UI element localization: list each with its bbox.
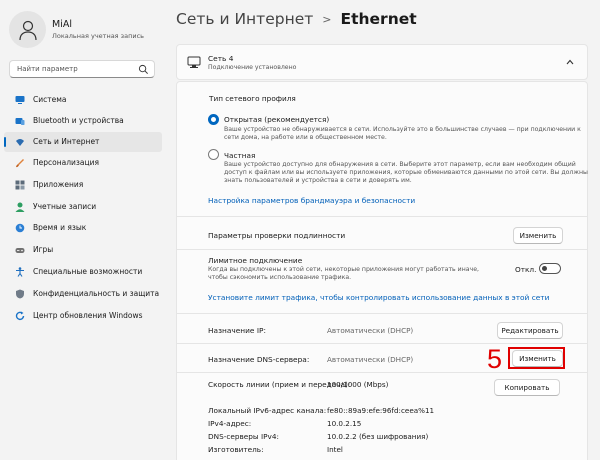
sidebar-item-label: Персонализация — [33, 158, 99, 167]
dns-assignment-value: Автоматически (DHCP) — [327, 355, 414, 364]
divider — [176, 372, 588, 373]
sidebar: MiAl Локальная учетная запись Найти пара… — [0, 0, 170, 460]
metered-desc: чтобы сэкономить использование трафика. — [208, 274, 352, 281]
sidebar-item-bluetooth[interactable]: Bluetooth и устройства — [4, 111, 162, 131]
breadcrumb: Сеть и Интернет > Ethernet — [176, 10, 417, 28]
dns-assignment-label: Назначение DNS-сервера: — [208, 355, 310, 364]
sidebar-item-label: Сеть и Интернет — [33, 137, 100, 146]
auth-settings-label: Параметры проверки подлинности — [208, 231, 346, 240]
breadcrumb-parent[interactable]: Сеть и Интернет — [176, 10, 313, 28]
network-status: Подключение установлено — [208, 64, 297, 71]
shield-icon — [16, 289, 24, 299]
divider — [176, 216, 588, 217]
brush-icon — [16, 159, 24, 168]
sidebar-item-gaming[interactable]: Игры — [4, 240, 162, 260]
search-placeholder: Найти параметр — [17, 65, 78, 73]
radio-private-desc: Ваше устройство доступно для обнаружения… — [224, 161, 576, 168]
globe-clock-icon — [15, 223, 25, 233]
step-number-annotation: 5 — [487, 344, 503, 374]
sidebar-item-label: Учетные записи — [33, 202, 97, 211]
sidebar-item-label: Конфиденциальность и защита — [33, 289, 160, 298]
radio-open-label: Открытая (рекомендуется) — [224, 115, 330, 124]
sidebar-item-label: Игры — [33, 245, 54, 254]
radio-open[interactable] — [208, 114, 219, 125]
firewall-settings-link[interactable]: Настройка параметров брандмауэра и безоп… — [208, 196, 415, 205]
radio-private-label: Частная — [224, 151, 256, 160]
link-speed-value: 100/1000 (Mbps) — [327, 380, 389, 389]
person-icon — [15, 202, 25, 212]
ipv6-label: Локальный IPv6-адрес канала: — [208, 406, 327, 415]
sidebar-item-label: Время и язык — [33, 223, 87, 232]
manufacturer-value: Intel — [327, 445, 343, 454]
chevron-up-icon[interactable] — [566, 59, 574, 65]
sidebar-item-windows-update[interactable]: Центр обновления Windows — [4, 306, 162, 326]
sidebar-item-time-language[interactable]: Время и язык — [4, 218, 162, 238]
user-name: MiAl — [52, 19, 72, 30]
search-icon — [138, 64, 148, 74]
sidebar-item-label: Система — [33, 95, 67, 104]
ipv4-label: IPv4-адрес: — [208, 419, 252, 428]
metered-toggle[interactable] — [539, 263, 561, 274]
sidebar-item-network[interactable]: Сеть и Интернет — [4, 132, 162, 152]
network-header-card[interactable]: Сеть 4 Подключение установлено — [176, 44, 588, 80]
monitor-icon — [15, 96, 25, 104]
accessibility-icon — [16, 267, 24, 277]
sidebar-item-label: Bluetooth и устройства — [33, 116, 124, 125]
divider — [176, 313, 588, 314]
sidebar-item-accounts[interactable]: Учетные записи — [4, 197, 162, 217]
account-type: Локальная учетная запись — [52, 32, 144, 40]
manufacturer-label: Изготовитель: — [208, 445, 264, 454]
update-icon — [15, 311, 25, 320]
sidebar-item-label: Приложения — [33, 180, 84, 189]
ethernet-icon — [187, 56, 201, 68]
network-name: Сеть 4 — [208, 54, 234, 63]
dns-servers-value: 10.0.2.2 (без шифрования) — [327, 432, 429, 441]
dns-servers-label: DNS-серверы IPv4: — [208, 432, 279, 441]
search-input[interactable]: Найти параметр — [9, 60, 155, 78]
divider — [176, 343, 588, 344]
sidebar-item-label: Центр обновления Windows — [33, 311, 143, 320]
auth-change-button[interactable]: Изменить — [513, 227, 563, 244]
person-icon — [18, 20, 37, 40]
gamepad-icon — [15, 248, 25, 253]
breadcrumb-separator: > — [322, 12, 332, 26]
ip-edit-button[interactable]: Редактировать — [497, 322, 563, 339]
page-title: Ethernet — [340, 10, 417, 28]
sidebar-item-apps[interactable]: Приложения — [4, 175, 162, 195]
bluetooth-icon — [15, 118, 25, 125]
wifi-icon — [16, 139, 24, 146]
metered-desc: Когда вы подключены к этой сети, некотор… — [208, 266, 479, 273]
ip-assignment-label: Назначение IP: — [208, 326, 266, 335]
sidebar-item-label: Специальные возможности — [33, 267, 143, 276]
sidebar-item-accessibility[interactable]: Специальные возможности — [4, 262, 162, 282]
radio-open-desc: сети дома, на работе или в общественном … — [224, 134, 387, 141]
divider — [176, 249, 588, 250]
metered-state-label: Откл. — [515, 265, 537, 274]
ip-assignment-value: Автоматически (DHCP) — [327, 326, 414, 335]
radio-private-desc: знать пользователей и устройства в сети … — [224, 177, 412, 184]
ipv4-value: 10.0.2.15 — [327, 419, 362, 428]
radio-private[interactable] — [208, 149, 219, 160]
profile-heading: Тип сетевого профиля — [209, 94, 296, 103]
highlight-box — [508, 347, 565, 369]
ipv6-value: fe80::89a9:efe:96fd:ceea%11 — [327, 406, 435, 415]
copy-button[interactable]: Копировать — [494, 379, 560, 396]
avatar[interactable] — [9, 11, 46, 48]
radio-open-desc: Ваше устройство не обнаруживается в сети… — [224, 126, 581, 133]
sidebar-item-system[interactable]: Система — [4, 90, 162, 110]
sidebar-item-privacy[interactable]: Конфиденциальность и защита — [4, 284, 162, 304]
apps-icon — [15, 180, 25, 190]
data-limit-link[interactable]: Установите лимит трафика, чтобы контроли… — [208, 293, 549, 302]
sidebar-item-personalization[interactable]: Персонализация — [4, 153, 162, 173]
radio-private-desc: доступ к файлам или вы используете прило… — [224, 169, 588, 176]
metered-label: Лимитное подключение — [208, 256, 303, 265]
